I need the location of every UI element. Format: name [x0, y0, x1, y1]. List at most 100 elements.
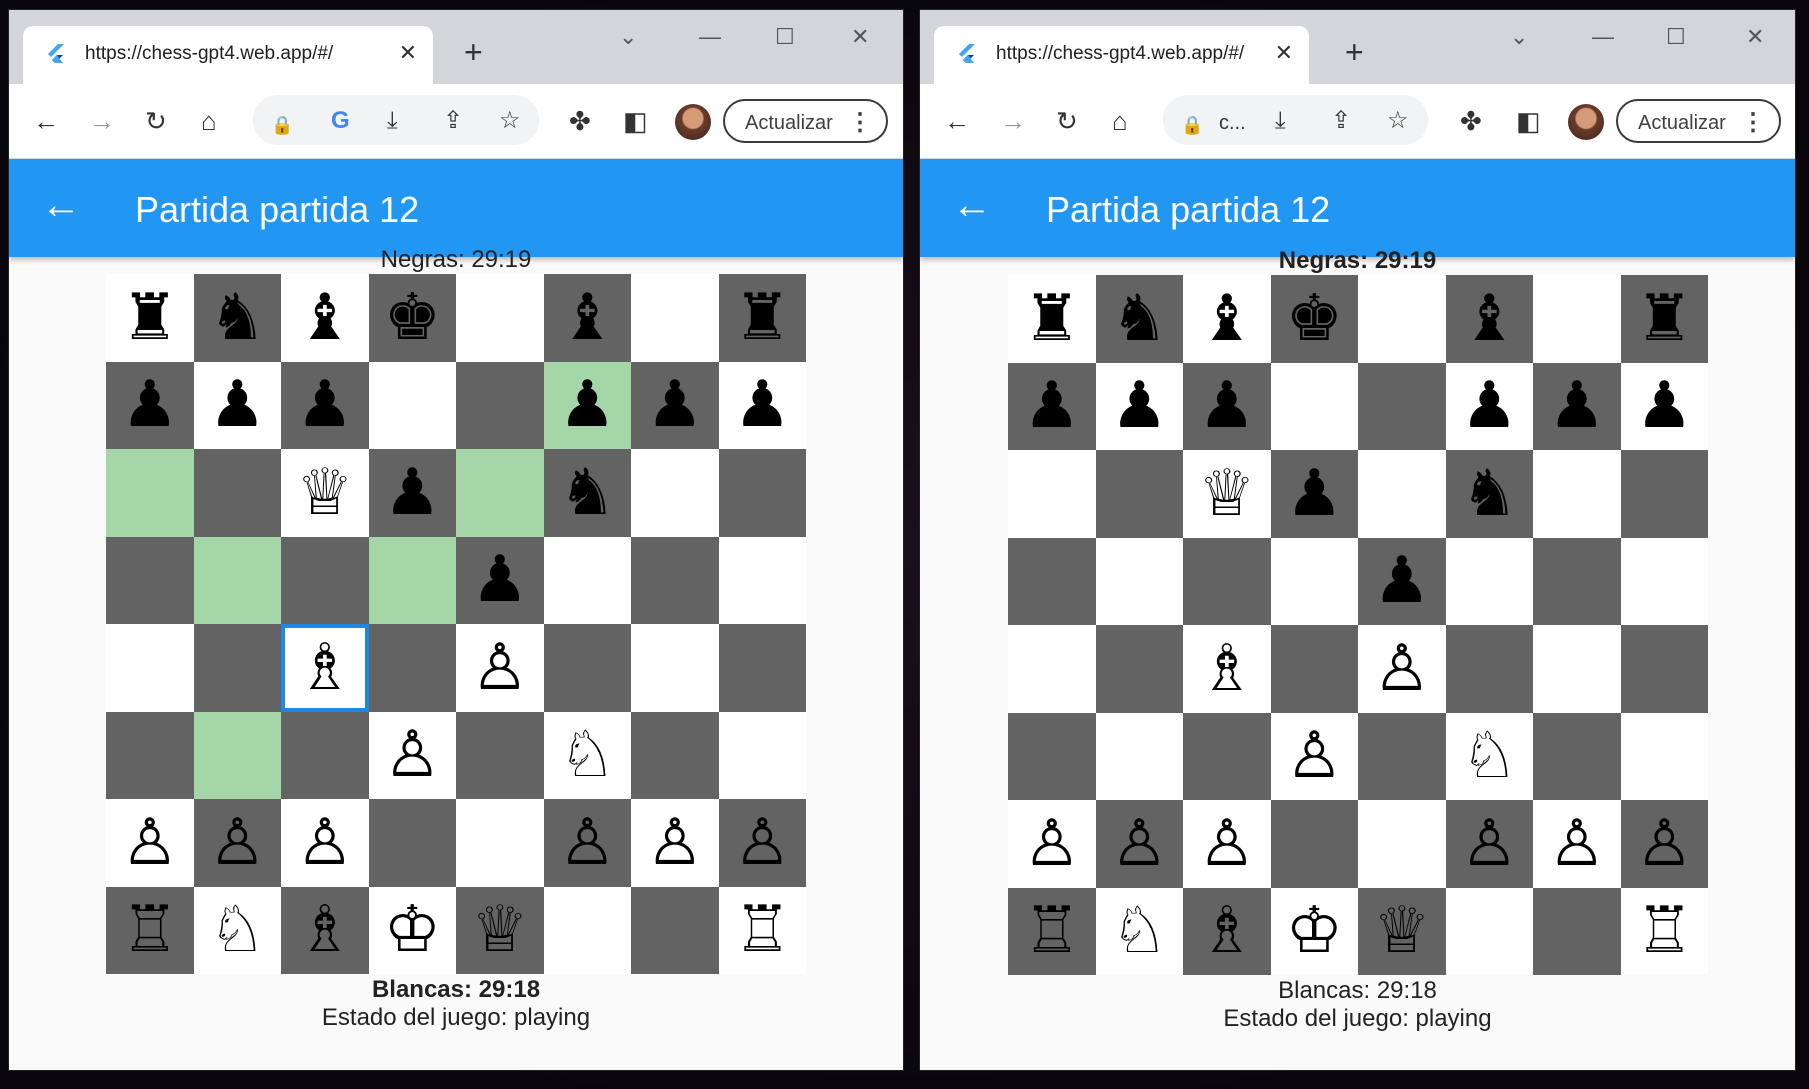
- board-square[interactable]: [106, 536, 194, 624]
- chevron-down-icon[interactable]: ⌄: [1510, 24, 1528, 50]
- new-tab-icon[interactable]: +: [1345, 34, 1364, 71]
- board-square[interactable]: ♔: [368, 886, 456, 974]
- board-square[interactable]: [1533, 275, 1621, 363]
- lock-icon[interactable]: 🔒: [1181, 110, 1203, 140]
- board-square[interactable]: ♕: [1183, 450, 1271, 538]
- board-square[interactable]: ♙: [1008, 800, 1096, 888]
- board-square[interactable]: [106, 449, 194, 537]
- chess-piece[interactable]: ♖: [1023, 899, 1080, 963]
- board-square[interactable]: ♙: [543, 799, 631, 887]
- board-square[interactable]: [456, 799, 544, 887]
- chess-piece[interactable]: ♟: [1198, 374, 1255, 438]
- board-square[interactable]: [1445, 887, 1533, 975]
- chess-piece[interactable]: ♕: [471, 898, 528, 962]
- chess-piece[interactable]: ♚: [1286, 287, 1343, 351]
- board-square[interactable]: [718, 711, 806, 799]
- chess-piece[interactable]: ♙: [1111, 812, 1168, 876]
- chess-piece[interactable]: ♔: [384, 898, 441, 962]
- board-square[interactable]: ♚: [1270, 275, 1358, 363]
- chess-piece[interactable]: ♙: [1461, 812, 1518, 876]
- menu-icon[interactable]: ⋮: [1741, 101, 1765, 145]
- board-square[interactable]: [281, 536, 369, 624]
- board-square[interactable]: [1270, 537, 1358, 625]
- browser-tab[interactable]: https://chess-gpt4.web.app/#/ ✕: [934, 26, 1309, 84]
- board-square[interactable]: ♝: [543, 274, 631, 362]
- board-square[interactable]: ♙: [368, 711, 456, 799]
- chess-piece[interactable]: ♙: [384, 723, 441, 787]
- extensions-icon[interactable]: ✤: [1460, 106, 1482, 136]
- chess-piece[interactable]: ♕: [1373, 899, 1430, 963]
- board-square[interactable]: ♙: [456, 624, 544, 712]
- board-square[interactable]: ♟: [106, 361, 194, 449]
- board-square[interactable]: ♞: [1095, 275, 1183, 363]
- chess-piece[interactable]: ♞: [1461, 462, 1518, 526]
- chess-piece[interactable]: ♖: [1636, 899, 1693, 963]
- board-square[interactable]: [193, 449, 281, 537]
- board-square[interactable]: [718, 449, 806, 537]
- board-square[interactable]: ♝: [281, 274, 369, 362]
- update-button[interactable]: Actualizar ⋮: [1616, 99, 1781, 143]
- chess-piece[interactable]: ♘: [209, 898, 266, 962]
- board-square[interactable]: [1095, 537, 1183, 625]
- board-square[interactable]: ♙: [1533, 800, 1621, 888]
- close-window-icon[interactable]: ✕: [851, 24, 869, 50]
- board-square[interactable]: [1358, 712, 1446, 800]
- board-square[interactable]: [1620, 450, 1708, 538]
- board-square[interactable]: [281, 711, 369, 799]
- board-square[interactable]: ♜: [718, 274, 806, 362]
- board-square[interactable]: [1620, 625, 1708, 713]
- board-square[interactable]: [631, 449, 719, 537]
- chess-piece[interactable]: ♙: [1373, 637, 1430, 701]
- board-square[interactable]: ♟: [1358, 537, 1446, 625]
- side-panel-icon[interactable]: ◧: [1516, 106, 1541, 136]
- board-square[interactable]: ♟: [1008, 362, 1096, 450]
- board-square[interactable]: [1008, 712, 1096, 800]
- home-icon[interactable]: ⌂: [201, 106, 217, 136]
- chess-piece[interactable]: ♟: [559, 373, 616, 437]
- maximize-icon[interactable]: ☐: [1666, 24, 1686, 50]
- reload-icon[interactable]: ↻: [1056, 106, 1078, 136]
- board-square[interactable]: [1008, 450, 1096, 538]
- chess-piece[interactable]: ♙: [1023, 812, 1080, 876]
- chess-piece[interactable]: ♟: [209, 373, 266, 437]
- board-square[interactable]: ♟: [281, 361, 369, 449]
- board-square[interactable]: [631, 886, 719, 974]
- board-square[interactable]: ♙: [718, 799, 806, 887]
- board-square[interactable]: [1270, 800, 1358, 888]
- board-square[interactable]: ♟: [456, 536, 544, 624]
- chess-piece[interactable]: ♗: [296, 898, 353, 962]
- board-square[interactable]: [1358, 450, 1446, 538]
- chess-piece[interactable]: ♗: [296, 636, 353, 700]
- chess-piece[interactable]: ♟: [1548, 374, 1605, 438]
- chess-piece[interactable]: ♟: [1286, 462, 1343, 526]
- board-square[interactable]: ♞: [193, 274, 281, 362]
- board-square[interactable]: ♞: [1445, 450, 1533, 538]
- board-square[interactable]: [193, 624, 281, 712]
- chess-piece[interactable]: ♙: [646, 811, 703, 875]
- new-tab-icon[interactable]: +: [464, 34, 483, 71]
- board-square[interactable]: [1008, 625, 1096, 713]
- board-square[interactable]: ♝: [1445, 275, 1533, 363]
- board-square[interactable]: [456, 449, 544, 537]
- chess-piece[interactable]: ♜: [121, 286, 178, 350]
- chess-piece[interactable]: ♟: [296, 373, 353, 437]
- update-button[interactable]: Actualizar ⋮: [723, 99, 888, 143]
- board-square[interactable]: ♗: [281, 886, 369, 974]
- board-square[interactable]: [1270, 625, 1358, 713]
- chess-piece[interactable]: ♙: [209, 811, 266, 875]
- board-square[interactable]: [1095, 450, 1183, 538]
- board-square[interactable]: [1533, 712, 1621, 800]
- board-square[interactable]: ♜: [106, 274, 194, 362]
- board-square[interactable]: [106, 624, 194, 712]
- chess-piece[interactable]: ♝: [1198, 287, 1255, 351]
- board-square[interactable]: ♖: [1008, 887, 1096, 975]
- chess-piece[interactable]: ♟: [734, 373, 791, 437]
- chess-piece[interactable]: ♙: [121, 811, 178, 875]
- board-square[interactable]: ♟: [1183, 362, 1271, 450]
- board-square[interactable]: ♕: [281, 449, 369, 537]
- chess-piece[interactable]: ♚: [384, 286, 441, 350]
- board-square[interactable]: ♔: [1270, 887, 1358, 975]
- board-square[interactable]: [1358, 800, 1446, 888]
- chevron-down-icon[interactable]: ⌄: [619, 24, 637, 50]
- side-panel-icon[interactable]: ◧: [623, 106, 648, 136]
